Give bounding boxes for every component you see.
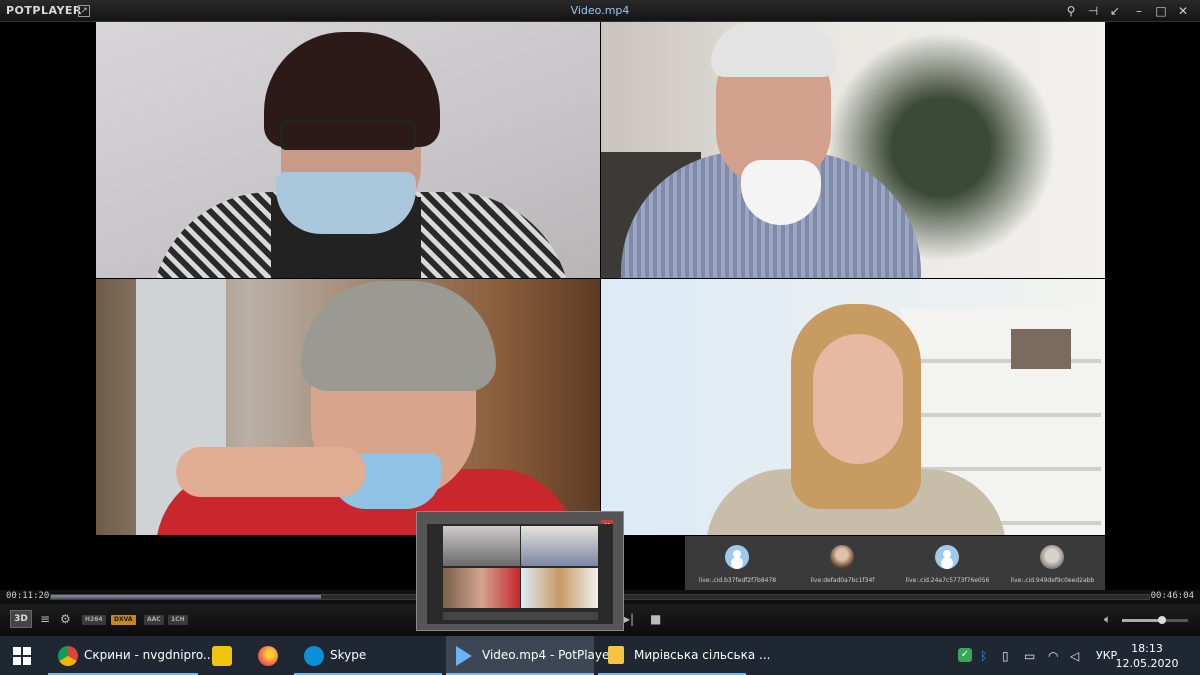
usb-device-icon[interactable]: ▯	[1002, 649, 1009, 663]
system-clock[interactable]: 18:13 12.05.2020	[1112, 641, 1182, 671]
skype-icon	[304, 646, 324, 666]
seek-progress	[51, 595, 322, 599]
taskbar-item-label: Скрини - nvgdnipro...	[84, 648, 215, 662]
volume-handle[interactable]	[1157, 616, 1166, 624]
wifi-icon[interactable]: ◠	[1048, 649, 1058, 663]
seek-preview-popup: x	[416, 511, 624, 631]
3d-mode-button[interactable]: 3D	[10, 610, 32, 628]
playlist-icon[interactable]: ≡	[40, 612, 50, 626]
window-title: Video.mp4	[570, 4, 630, 17]
speaker-icon[interactable]: ◁	[1070, 649, 1079, 663]
minimize-icon[interactable]: –	[1130, 2, 1148, 20]
battery-icon[interactable]: ▭	[1024, 649, 1035, 663]
avatar	[830, 545, 854, 569]
video-tile-participant-3	[96, 279, 600, 535]
windows-taskbar: Скрини - nvgdnipro... Skype Video.mp4 - …	[0, 636, 1200, 675]
video-frame[interactable]: live:.cid.b37fedf2f7b8478 live:defad0a7b…	[96, 22, 1105, 590]
taskbar-item-label: Skype	[330, 648, 367, 662]
clock-time: 18:13	[1131, 642, 1163, 655]
total-time: 00:46:04	[1150, 591, 1194, 601]
codec-badge: AAC	[144, 615, 164, 625]
avatar	[935, 545, 959, 569]
participant-name: live:.cid.949def9c0eed2abb	[1010, 577, 1095, 584]
taskbar-item-firefox[interactable]	[248, 636, 288, 675]
taskbar-item-label: Video.mp4 - PotPlayer	[482, 648, 615, 662]
clock-date: 12.05.2020	[1115, 657, 1179, 670]
current-time: 00:11:20	[6, 591, 50, 601]
taskbar-item-skype[interactable]: Skype	[294, 636, 442, 675]
app-brand[interactable]: POTPLAYER	[6, 4, 82, 17]
chrome-icon	[58, 646, 78, 666]
settings-gear-icon[interactable]: ⚙	[60, 612, 71, 626]
stop-icon[interactable]: ■	[650, 612, 661, 626]
participant-name: live:.cid.24a7c5773f76e056	[905, 577, 990, 584]
participant-name: live:.cid.b37fedf2f7b8478	[698, 577, 777, 584]
codec-badge: DXVA	[111, 615, 136, 625]
video-tile-participant-2	[601, 22, 1105, 278]
maximize-icon[interactable]: □	[1152, 2, 1170, 20]
participant-thumb[interactable]: live:defad0a7bc1f34f	[790, 536, 895, 590]
minimize-to-mini-icon[interactable]: ↙	[1106, 2, 1124, 20]
next-icon[interactable]: ▸|	[624, 612, 634, 626]
preview-tile	[521, 568, 598, 608]
participant-thumb[interactable]: live:.cid.24a7c5773f76e056	[895, 536, 1000, 590]
video-tile-participant-4	[601, 279, 1105, 535]
archive-icon	[212, 646, 232, 666]
preview-tile	[443, 568, 520, 608]
security-check-icon[interactable]: ✓	[958, 648, 972, 662]
volume-icon[interactable]: 🔈︎	[1104, 612, 1111, 627]
potplayer-icon	[456, 646, 472, 666]
video-tile-participant-1	[96, 22, 600, 278]
codec-badge: H264	[82, 615, 106, 625]
potplayer-window: POTPLAYER ↗ Video.mp4 ⚲ ⊣ ↙ – □ ✕ live:.…	[0, 0, 1200, 675]
preview-tile	[443, 526, 520, 566]
pin-icon[interactable]: ↗	[78, 5, 90, 17]
preview-tile	[521, 526, 598, 566]
taskbar-item-explorer[interactable]: Мирівська сільська ...	[598, 636, 770, 675]
participant-strip: live:.cid.b37fedf2f7b8478 live:defad0a7b…	[685, 536, 1105, 590]
windows-logo-icon	[13, 647, 31, 665]
volume-level	[1122, 619, 1162, 622]
firefox-icon	[258, 646, 278, 666]
taskbar-item-potplayer[interactable]: Video.mp4 - PotPlayer	[446, 636, 614, 675]
close-icon[interactable]: ✕	[1174, 2, 1192, 20]
taskbar-item-label: Мирівська сільська ...	[634, 648, 771, 662]
search-icon[interactable]: ⚲	[1062, 2, 1080, 20]
avatar	[1040, 545, 1064, 569]
title-bar[interactable]: POTPLAYER ↗ Video.mp4 ⚲ ⊣ ↙ – □ ✕	[0, 0, 1200, 22]
bluetooth-icon[interactable]: ᛒ	[980, 649, 987, 663]
participant-thumb[interactable]: live:.cid.949def9c0eed2abb	[1000, 536, 1105, 590]
folder-icon	[608, 646, 624, 664]
avatar	[725, 545, 749, 569]
preview-thumbnail	[427, 524, 613, 624]
volume-slider[interactable]	[1122, 616, 1188, 624]
codec-badge: 1CH	[168, 615, 188, 625]
start-button[interactable]	[0, 636, 46, 675]
participant-thumb[interactable]: live:.cid.b37fedf2f7b8478	[685, 536, 790, 590]
participant-name: live:defad0a7bc1f34f	[810, 577, 875, 584]
pin-on-top-icon[interactable]: ⊣	[1084, 2, 1102, 20]
taskbar-item-archive[interactable]	[202, 636, 242, 675]
taskbar-item-chrome[interactable]: Скрини - nvgdnipro...	[48, 636, 214, 675]
